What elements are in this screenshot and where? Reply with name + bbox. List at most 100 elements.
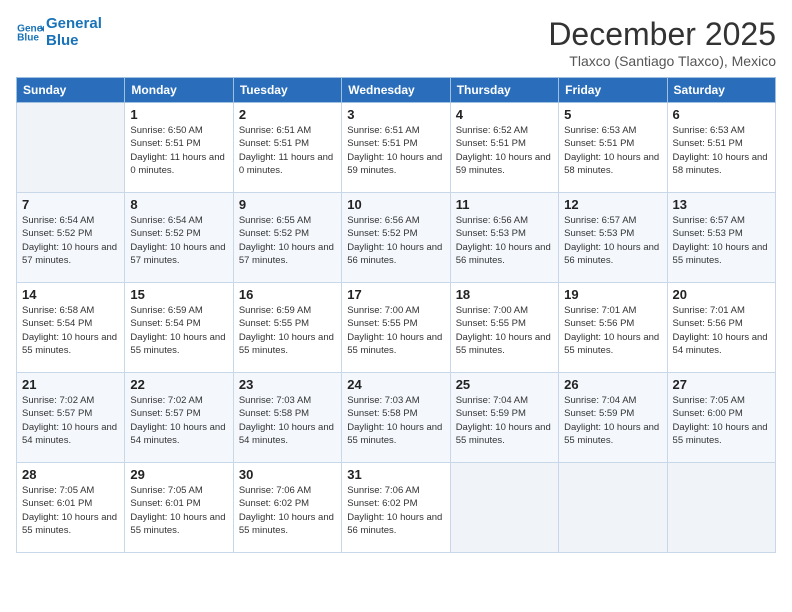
table-cell: 11 Sunrise: 6:56 AMSunset: 5:53 PMDayligh… <box>450 193 558 283</box>
day-info: Sunrise: 6:58 AMSunset: 5:54 PMDaylight:… <box>22 304 119 357</box>
day-info: Sunrise: 6:55 AMSunset: 5:52 PMDaylight:… <box>239 214 336 267</box>
week-row-3: 14 Sunrise: 6:58 AMSunset: 5:54 PMDayligh… <box>17 283 776 373</box>
day-info: Sunrise: 6:51 AMSunset: 5:51 PMDaylight:… <box>347 124 444 177</box>
table-cell: 12Sunrise: 6:57 AMSunset: 5:53 PMDayligh… <box>559 193 667 283</box>
col-saturday: Saturday <box>667 78 775 103</box>
table-cell: 7 Sunrise: 6:54 AMSunset: 5:52 PMDaylight… <box>17 193 125 283</box>
day-info: Sunrise: 7:03 AMSunset: 5:58 PMDaylight:… <box>347 394 444 447</box>
table-cell: 1Sunrise: 6:50 AMSunset: 5:51 PMDaylight… <box>125 103 233 193</box>
header-row: Sunday Monday Tuesday Wednesday Thursday… <box>17 78 776 103</box>
day-info: Sunrise: 7:05 AMSunset: 6:01 PMDaylight:… <box>22 484 119 537</box>
day-info: Sunrise: 6:56 AMSunset: 5:52 PMDaylight:… <box>347 214 444 267</box>
table-cell: 15Sunrise: 6:59 AMSunset: 5:54 PMDayligh… <box>125 283 233 373</box>
table-cell <box>450 463 558 553</box>
day-info: Sunrise: 7:00 AMSunset: 5:55 PMDaylight:… <box>456 304 553 357</box>
day-info: Sunrise: 7:06 AMSunset: 6:02 PMDaylight:… <box>239 484 336 537</box>
title-block: December 2025 Tlaxco (Santiago Tlaxco), … <box>548 16 776 69</box>
table-cell: 20Sunrise: 7:01 AMSunset: 5:56 PMDayligh… <box>667 283 775 373</box>
day-number: 11 <box>456 197 553 212</box>
table-cell: 24Sunrise: 7:03 AMSunset: 5:58 PMDayligh… <box>342 373 450 463</box>
logo: General Blue General Blue <box>16 16 102 49</box>
day-info: Sunrise: 6:54 AMSunset: 5:52 PMDaylight:… <box>22 214 119 267</box>
day-number: 8 <box>130 197 227 212</box>
day-number: 14 <box>22 287 119 302</box>
table-cell: 31 Sunrise: 7:06 AMSunset: 6:02 PMDayligh… <box>342 463 450 553</box>
day-number: 26 <box>564 377 661 392</box>
day-number: 23 <box>239 377 336 392</box>
table-cell: 8 Sunrise: 6:54 AMSunset: 5:52 PMDaylight… <box>125 193 233 283</box>
day-info: Sunrise: 7:06 AMSunset: 6:02 PMDaylight:… <box>347 484 444 537</box>
day-number: 16 <box>239 287 336 302</box>
page-header: General Blue General Blue December 2025 … <box>16 16 776 69</box>
logo-text-line1: General <box>46 16 102 33</box>
day-info: Sunrise: 6:51 AMSunset: 5:51 PMDaylight:… <box>239 124 336 177</box>
table-cell: 22 Sunrise: 7:02 AMSunset: 5:57 PMDayligh… <box>125 373 233 463</box>
day-info: Sunrise: 7:03 AMSunset: 5:58 PMDaylight:… <box>239 394 336 447</box>
day-info: Sunrise: 6:53 AMSunset: 5:51 PMDaylight:… <box>673 124 770 177</box>
table-cell: 3 Sunrise: 6:51 AMSunset: 5:51 PMDaylight… <box>342 103 450 193</box>
table-cell: 27 Sunrise: 7:05 AMSunset: 6:00 PMDayligh… <box>667 373 775 463</box>
table-cell: 16 Sunrise: 6:59 AMSunset: 5:55 PMDayligh… <box>233 283 341 373</box>
table-cell: 29 Sunrise: 7:05 AMSunset: 6:01 PMDayligh… <box>125 463 233 553</box>
table-cell: 9 Sunrise: 6:55 AMSunset: 5:52 PMDaylight… <box>233 193 341 283</box>
col-thursday: Thursday <box>450 78 558 103</box>
day-info: Sunrise: 6:54 AMSunset: 5:52 PMDaylight:… <box>130 214 227 267</box>
day-info: Sunrise: 7:04 AMSunset: 5:59 PMDaylight:… <box>456 394 553 447</box>
table-cell: 18 Sunrise: 7:00 AMSunset: 5:55 PMDayligh… <box>450 283 558 373</box>
calendar-title: December 2025 <box>548 16 776 53</box>
day-info: Sunrise: 6:50 AMSunset: 5:51 PMDaylight:… <box>130 124 227 177</box>
day-number: 28 <box>22 467 119 482</box>
day-info: Sunrise: 7:04 AMSunset: 5:59 PMDaylight:… <box>564 394 661 447</box>
table-cell <box>667 463 775 553</box>
col-wednesday: Wednesday <box>342 78 450 103</box>
day-info: Sunrise: 7:01 AMSunset: 5:56 PMDaylight:… <box>673 304 770 357</box>
day-info: Sunrise: 6:56 AMSunset: 5:53 PMDaylight:… <box>456 214 553 267</box>
table-cell: 10 Sunrise: 6:56 AMSunset: 5:52 PMDayligh… <box>342 193 450 283</box>
col-sunday: Sunday <box>17 78 125 103</box>
day-info: Sunrise: 6:59 AMSunset: 5:55 PMDaylight:… <box>239 304 336 357</box>
day-info: Sunrise: 7:05 AMSunset: 6:01 PMDaylight:… <box>130 484 227 537</box>
day-info: Sunrise: 6:52 AMSunset: 5:51 PMDaylight:… <box>456 124 553 177</box>
table-cell: 6 Sunrise: 6:53 AMSunset: 5:51 PMDaylight… <box>667 103 775 193</box>
day-info: Sunrise: 7:02 AMSunset: 5:57 PMDaylight:… <box>130 394 227 447</box>
col-tuesday: Tuesday <box>233 78 341 103</box>
day-number: 7 <box>22 197 119 212</box>
svg-text:Blue: Blue <box>17 32 39 43</box>
day-number: 3 <box>347 107 444 122</box>
day-number: 18 <box>456 287 553 302</box>
day-info: Sunrise: 7:05 AMSunset: 6:00 PMDaylight:… <box>673 394 770 447</box>
table-cell: 17Sunrise: 7:00 AMSunset: 5:55 PMDayligh… <box>342 283 450 373</box>
day-number: 25 <box>456 377 553 392</box>
day-number: 15 <box>130 287 227 302</box>
logo-text-line2: Blue <box>46 33 102 50</box>
day-info: Sunrise: 7:00 AMSunset: 5:55 PMDaylight:… <box>347 304 444 357</box>
table-cell: 14 Sunrise: 6:58 AMSunset: 5:54 PMDayligh… <box>17 283 125 373</box>
day-info: Sunrise: 6:53 AMSunset: 5:51 PMDaylight:… <box>564 124 661 177</box>
calendar-table: Sunday Monday Tuesday Wednesday Thursday… <box>16 77 776 553</box>
day-info: Sunrise: 7:02 AMSunset: 5:57 PMDaylight:… <box>22 394 119 447</box>
week-row-2: 7 Sunrise: 6:54 AMSunset: 5:52 PMDaylight… <box>17 193 776 283</box>
col-friday: Friday <box>559 78 667 103</box>
day-number: 30 <box>239 467 336 482</box>
day-number: 21 <box>22 377 119 392</box>
table-cell <box>17 103 125 193</box>
day-number: 9 <box>239 197 336 212</box>
day-number: 29 <box>130 467 227 482</box>
table-cell: 26 Sunrise: 7:04 AMSunset: 5:59 PMDayligh… <box>559 373 667 463</box>
week-row-5: 28 Sunrise: 7:05 AMSunset: 6:01 PMDayligh… <box>17 463 776 553</box>
table-cell: 23 Sunrise: 7:03 AMSunset: 5:58 PMDayligh… <box>233 373 341 463</box>
day-number: 4 <box>456 107 553 122</box>
day-number: 2 <box>239 107 336 122</box>
day-info: Sunrise: 6:57 AMSunset: 5:53 PMDaylight:… <box>673 214 770 267</box>
day-number: 19 <box>564 287 661 302</box>
table-cell: 2 Sunrise: 6:51 AMSunset: 5:51 PMDaylight… <box>233 103 341 193</box>
day-number: 31 <box>347 467 444 482</box>
day-number: 12 <box>564 197 661 212</box>
day-number: 10 <box>347 197 444 212</box>
day-number: 6 <box>673 107 770 122</box>
logo-icon: General Blue <box>16 19 44 47</box>
day-number: 22 <box>130 377 227 392</box>
table-cell: 19Sunrise: 7:01 AMSunset: 5:56 PMDayligh… <box>559 283 667 373</box>
day-number: 27 <box>673 377 770 392</box>
week-row-4: 21 Sunrise: 7:02 AMSunset: 5:57 PMDayligh… <box>17 373 776 463</box>
